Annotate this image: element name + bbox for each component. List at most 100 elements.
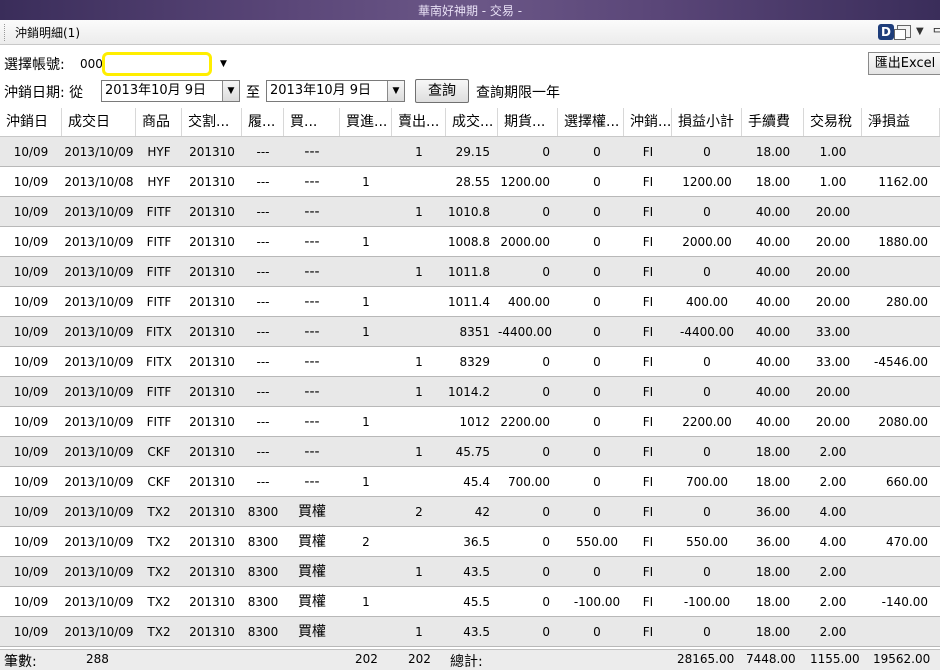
- export-excel-button[interactable]: 匯出Excel: [868, 52, 940, 75]
- cell-col-futures-pnl: 1200.00: [500, 175, 550, 189]
- cell-col-product: TX2: [147, 625, 171, 639]
- cell-col-buy-qty: [340, 617, 392, 647]
- table-row[interactable]: 10/09 2013/10/09 TX2 201310 8300 買權 1 43.5 0 0 FI 0…: [0, 557, 940, 587]
- cell-col-futures-pnl: -4400.00: [498, 325, 552, 339]
- cell-col-strike: 8300: [247, 625, 279, 639]
- header-col-net-pnl[interactable]: 淨損益: [862, 108, 940, 136]
- query-button[interactable]: 查詢: [415, 79, 469, 103]
- calendar-dropdown-icon[interactable]: ▼: [387, 81, 404, 101]
- header-col-strike[interactable]: 履...: [242, 108, 284, 136]
- cell-col-trade-date: 2013/10/09: [64, 325, 134, 339]
- cell-col-price: 28.55: [455, 175, 490, 189]
- table-row[interactable]: 10/09 2013/10/09 FITX 201310 --- --- 1 8351 -440…: [0, 317, 940, 347]
- table-row[interactable]: 10/09 2013/10/09 TX2 201310 8300 買權 2 36.5 0 550.…: [0, 527, 940, 557]
- cell-col-callput: ---: [304, 354, 320, 370]
- cell-col-fee: 40.00: [755, 325, 791, 339]
- cell-col-futures-pnl: 0: [542, 265, 550, 279]
- header-col-callput[interactable]: 買...: [284, 108, 340, 136]
- cell-col-trade-date: 2013/10/09: [64, 205, 134, 219]
- header-col-futures-pnl[interactable]: 期貨...: [498, 108, 558, 136]
- header-col-sell-qty[interactable]: 賣出...: [392, 108, 446, 136]
- d-logo-icon[interactable]: D: [878, 24, 894, 40]
- header-col-delivery[interactable]: 交割...: [182, 108, 242, 136]
- cell-col-fee: 18.00: [755, 625, 791, 639]
- account-select[interactable]: 000 ▼: [76, 52, 227, 76]
- cell-col-futures-pnl: 0: [542, 565, 550, 579]
- table-row[interactable]: 10/09 2013/10/09 FITF 201310 --- --- 1 1011.8 0 0…: [0, 257, 940, 287]
- table-row[interactable]: 10/09 2013/10/09 FITF 201310 --- --- 1 1014.2 0 0…: [0, 377, 940, 407]
- cell-col-delivery: 201310: [189, 535, 235, 549]
- table-row[interactable]: 10/09 2013/10/09 TX2 201310 8300 買權 1 43.5 0 0 FI 0…: [0, 617, 940, 647]
- cell-col-fee: 40.00: [755, 265, 791, 279]
- cell-col-pnl-subtotal: -4400.00: [680, 325, 734, 339]
- cell-col-buy-qty: 1: [362, 295, 370, 309]
- cell-col-buy-qty: 1: [362, 415, 370, 429]
- table-row[interactable]: 10/09 2013/10/09 FITF 201310 --- --- 1 1008.8 20…: [0, 227, 940, 257]
- sell-total: 202: [408, 652, 431, 666]
- cell-col-futures-pnl: 0: [542, 535, 550, 549]
- table-row[interactable]: 10/09 2013/10/09 FITF 201310 --- --- 1 1011.4 40…: [0, 287, 940, 317]
- cell-col-net-pnl: -140.00: [881, 595, 928, 609]
- table-row[interactable]: 10/09 2013/10/09 FITF 201310 --- --- 1 1012 2200…: [0, 407, 940, 437]
- cell-col-product: TX2: [147, 565, 171, 579]
- cell-col-futures-pnl: 400.00: [508, 295, 550, 309]
- table-row[interactable]: 10/09 2013/10/09 FITX 201310 --- --- 1 8329 0 0 FI…: [0, 347, 940, 377]
- cell-col-product: FITX: [146, 355, 172, 369]
- cell-col-strike: ---: [256, 415, 270, 429]
- cell-col-price: 42: [474, 505, 490, 519]
- cell-col-strike: ---: [256, 175, 270, 189]
- header-col-buy-qty[interactable]: 買進...: [340, 108, 392, 136]
- cell-col-net-pnl: [862, 137, 928, 167]
- cell-col-option-pnl: 0: [593, 295, 601, 309]
- table-row[interactable]: 10/09 2013/10/09 CKF 201310 --- --- 1 45.75 0 0 FI…: [0, 437, 940, 467]
- cell-col-fee: 18.00: [755, 175, 791, 189]
- chevron-down-icon[interactable]: ▼: [220, 54, 227, 74]
- window-restore-icon[interactable]: [894, 25, 911, 40]
- cell-col-delivery: 201310: [189, 175, 235, 189]
- cell-col-option-pnl: 0: [593, 565, 601, 579]
- cell-col-buy-qty: 1: [362, 475, 370, 489]
- header-col-pnl-subtotal[interactable]: 損益小計: [672, 108, 742, 136]
- cell-col-pnl-subtotal: 0: [703, 505, 711, 519]
- calendar-dropdown-icon[interactable]: ▼: [222, 81, 239, 101]
- cell-col-delivery: 201310: [189, 145, 235, 159]
- cell-col-option-pnl: 0: [593, 385, 601, 399]
- header-col-cover-date[interactable]: 沖銷日: [0, 108, 62, 136]
- tab-close-detail[interactable]: 沖銷明細(1): [4, 24, 80, 41]
- header-col-trade-date[interactable]: 成交日: [62, 108, 136, 136]
- cell-col-price: 1008.8: [448, 235, 490, 249]
- header-col-fee[interactable]: 手續費: [742, 108, 804, 136]
- table-row[interactable]: 10/09 2013/10/09 TX2 201310 8300 買權 2 42 0 0 FI 0 36…: [0, 497, 940, 527]
- cell-col-trade-date: 2013/10/09: [64, 235, 134, 249]
- cell-col-product: CKF: [147, 445, 171, 459]
- table-row[interactable]: 10/09 2013/10/09 TX2 201310 8300 買權 1 45.5 0 -100…: [0, 587, 940, 617]
- header-col-option-pnl[interactable]: 選擇權...: [558, 108, 624, 136]
- cell-col-delivery: 201310: [189, 205, 235, 219]
- from-date-value: 2013年10月 9日: [105, 83, 207, 98]
- cell-col-tax: 20.00: [815, 265, 851, 279]
- chevron-down-icon[interactable]: ▼: [916, 26, 924, 37]
- header-col-price[interactable]: 成交...: [446, 108, 498, 136]
- cell-col-fee: 40.00: [755, 385, 791, 399]
- from-date-picker[interactable]: 2013年10月 9日 ▼: [101, 80, 240, 102]
- cell-col-sell-qty: 1: [415, 355, 423, 369]
- cell-col-price: 1010.8: [448, 205, 490, 219]
- pin-icon[interactable]: ᄃ: [932, 24, 940, 41]
- pnl-total: 28165.00: [677, 652, 735, 666]
- cell-col-tax: 20.00: [815, 415, 851, 429]
- to-date-picker[interactable]: 2013年10月 9日 ▼: [266, 80, 405, 102]
- window-title: 華南好神期 - 交易 -: [417, 4, 523, 18]
- header-col-product[interactable]: 商品: [136, 108, 182, 136]
- table-row[interactable]: 10/09 2013/10/08 HYF 201310 --- --- 1 28.55 1200…: [0, 167, 940, 197]
- header-col-cover-type[interactable]: 沖銷...: [624, 108, 672, 136]
- table-row[interactable]: 10/09 2013/10/09 FITF 201310 --- --- 1 1010.8 0 0…: [0, 197, 940, 227]
- cell-col-tax: 20.00: [815, 205, 851, 219]
- cell-col-cover-date: 10/09: [13, 265, 49, 279]
- cell-col-cover-date: 10/09: [13, 205, 49, 219]
- header-col-tax[interactable]: 交易稅: [804, 108, 862, 136]
- cell-col-cover-date: 10/09: [13, 145, 49, 159]
- table-row[interactable]: 10/09 2013/10/09 CKF 201310 --- --- 1 45.4 700.0…: [0, 467, 940, 497]
- table-row[interactable]: 10/09 2013/10/09 HYF 201310 --- --- 1 29.15 0 0 FI…: [0, 137, 940, 167]
- record-count: 288: [86, 652, 109, 666]
- cell-col-sell-qty: [392, 527, 446, 557]
